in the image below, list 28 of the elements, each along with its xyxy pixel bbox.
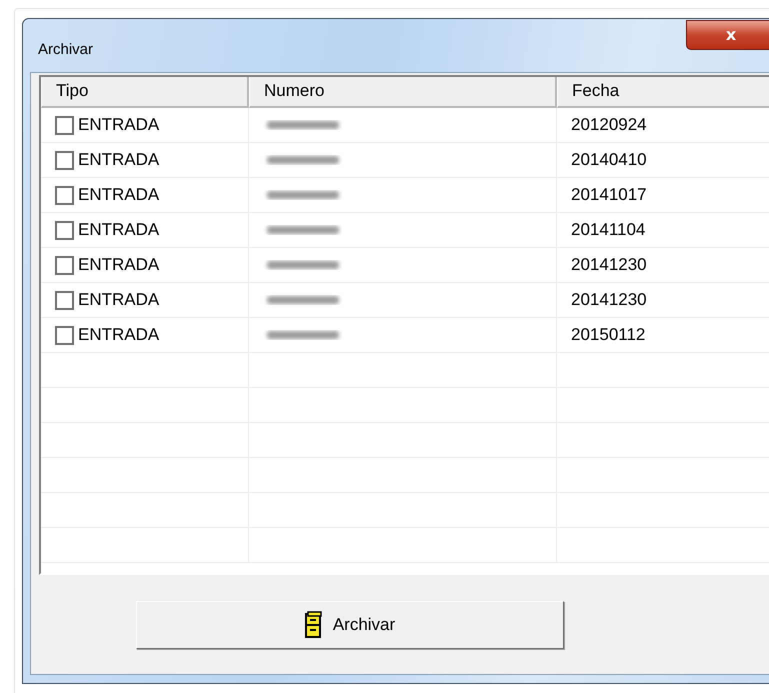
filing-cabinet-icon: [304, 610, 323, 638]
checkbox[interactable]: [55, 150, 74, 170]
table-cell: ENTRADA: [78, 325, 160, 345]
checkbox[interactable]: [55, 326, 74, 344]
table-cell: 20141230: [571, 290, 647, 310]
checkbox[interactable]: [55, 256, 74, 274]
table-cell: 20120924: [571, 115, 647, 135]
table-cell: 20141230: [571, 255, 647, 275]
archive-button[interactable]: Archivar: [136, 600, 564, 648]
window-title: Archivar: [38, 41, 94, 58]
column-header[interactable]: Fecha: [557, 77, 769, 108]
table-cell: ENTRADA: [78, 290, 160, 310]
column-header[interactable]: Tipo: [41, 77, 249, 108]
table-cell: 20141017: [571, 185, 647, 205]
checkbox[interactable]: [55, 290, 74, 310]
table-cell: ENTRADA: [78, 115, 160, 135]
table-cell: ENTRADA: [78, 255, 160, 275]
table-cell: ENTRADA: [78, 220, 160, 240]
checkbox[interactable]: [55, 186, 74, 204]
table-cell: ENTRADA: [78, 150, 160, 170]
table-cell: ENTRADA: [78, 185, 160, 205]
table-cell: 20140410: [571, 150, 647, 170]
table-cell: 20141104: [571, 220, 646, 240]
checkbox[interactable]: [55, 220, 74, 240]
close-button[interactable]: x: [686, 20, 769, 50]
checkbox[interactable]: [55, 116, 74, 134]
column-header[interactable]: Numero: [249, 77, 557, 108]
table-cell: 20150112: [571, 325, 646, 345]
